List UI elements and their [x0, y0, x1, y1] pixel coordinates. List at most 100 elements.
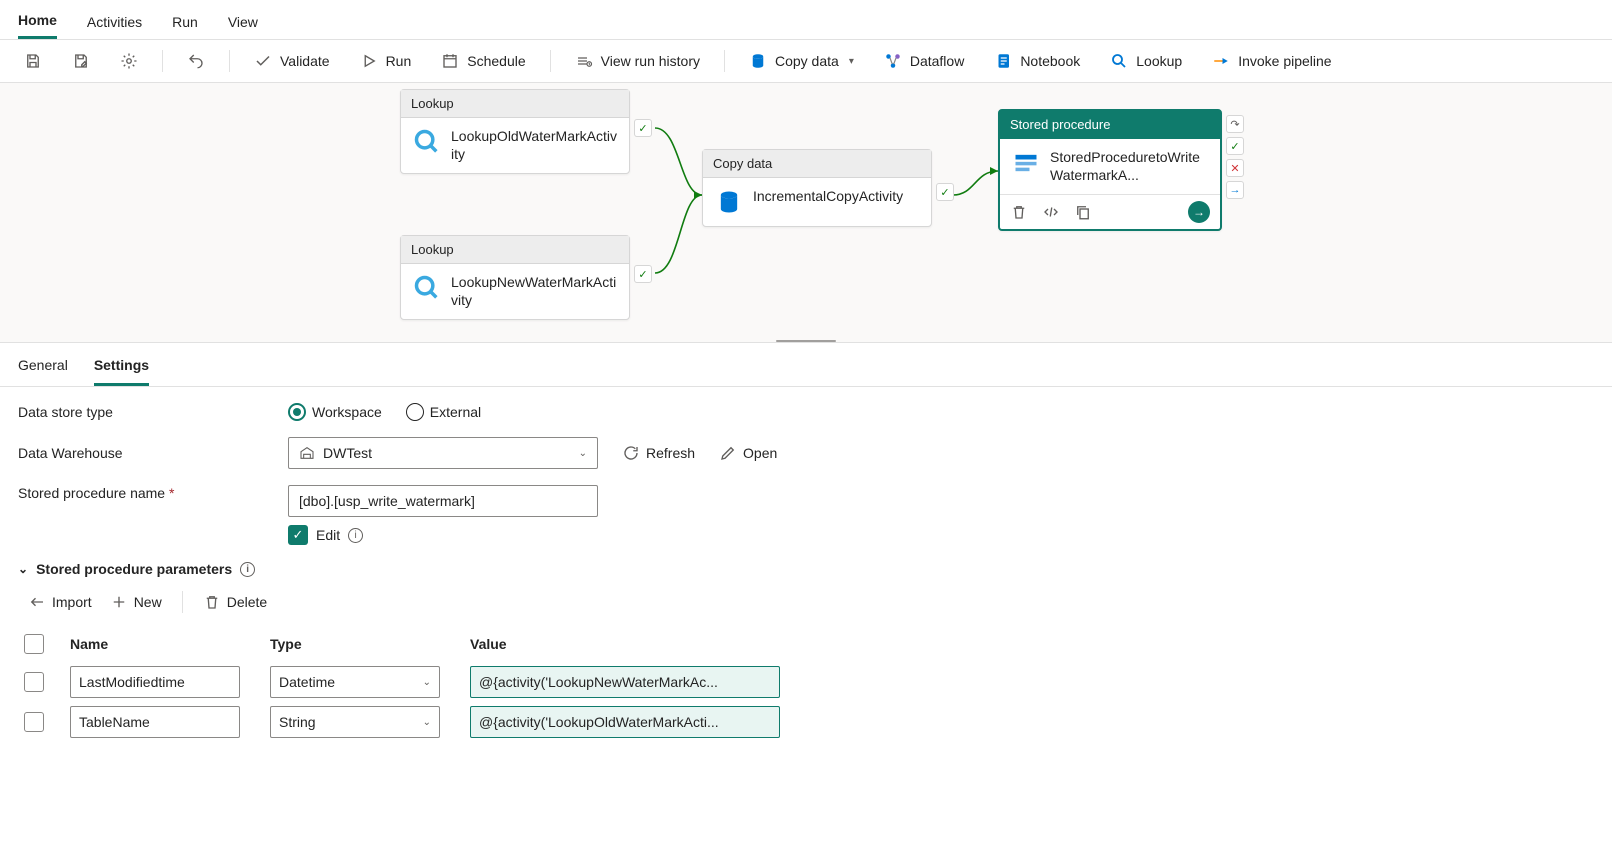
- checkbox-select-all[interactable]: [24, 634, 44, 654]
- select-data-warehouse[interactable]: DWTest ⌄: [288, 437, 598, 469]
- invoke-pipeline-button[interactable]: Invoke pipeline: [1202, 46, 1341, 76]
- param-value-input[interactable]: @{activity('LookupOldWaterMarkActi...: [470, 706, 780, 738]
- search-icon: [413, 128, 441, 156]
- status-success-badge[interactable]: ✓: [634, 265, 652, 283]
- label-data-store-type: Data store type: [18, 404, 248, 420]
- row-checkbox[interactable]: [24, 712, 44, 732]
- info-icon[interactable]: i: [348, 528, 363, 543]
- status-success-badge[interactable]: ✓: [1226, 137, 1244, 155]
- view-history-button[interactable]: View run history: [565, 46, 710, 76]
- activity-lookup-new-watermark[interactable]: Lookup LookupNewWaterMarkActivity: [400, 235, 630, 320]
- settings-panel: Data store type Workspace External Data …: [0, 387, 1612, 772]
- database-icon: [749, 52, 767, 70]
- check-icon: [254, 52, 272, 70]
- activity-name: LookupNewWaterMarkActivity: [451, 274, 617, 309]
- label-sproc-name: Stored procedure name: [18, 485, 248, 501]
- status-success-badge[interactable]: ✓: [634, 119, 652, 137]
- open-label: Open: [743, 445, 777, 461]
- resize-handle[interactable]: [776, 340, 836, 342]
- status-skip-badge[interactable]: ↷: [1226, 115, 1244, 133]
- dataflow-label: Dataflow: [910, 53, 964, 69]
- notebook-label: Notebook: [1020, 53, 1080, 69]
- col-header-name: Name: [64, 626, 264, 663]
- import-label: Import: [52, 594, 92, 610]
- settings-button[interactable]: [110, 46, 148, 76]
- copy-icon[interactable]: [1074, 203, 1092, 221]
- activity-lookup-old-watermark[interactable]: Lookup LookupOldWaterMarkActivity: [400, 89, 630, 174]
- notebook-button[interactable]: Notebook: [984, 46, 1090, 76]
- refresh-label: Refresh: [646, 445, 695, 461]
- edit-icon: [719, 444, 737, 462]
- label-data-warehouse: Data Warehouse: [18, 445, 248, 461]
- status-complete-badge[interactable]: →: [1226, 181, 1244, 199]
- checkbox-edit[interactable]: ✓: [288, 525, 308, 545]
- schedule-button[interactable]: Schedule: [431, 46, 535, 76]
- chevron-down-icon: ⌄: [423, 717, 431, 728]
- new-button[interactable]: New: [110, 593, 162, 611]
- pipeline-icon: [1212, 52, 1230, 70]
- param-type-select[interactable]: Datetime⌄: [270, 666, 440, 698]
- activity-name: StoredProceduretoWriteWatermarkA...: [1050, 149, 1208, 184]
- radio-workspace[interactable]: Workspace: [288, 403, 382, 421]
- activity-type: Lookup: [401, 236, 629, 264]
- code-icon[interactable]: [1042, 203, 1060, 221]
- activity-footer: →: [1000, 194, 1220, 229]
- checkbox-edit-label: Edit: [316, 527, 340, 543]
- ribbon-tab-run[interactable]: Run: [172, 2, 198, 38]
- activity-copy-data[interactable]: Copy data IncrementalCopyActivity: [702, 149, 932, 227]
- tab-settings[interactable]: Settings: [94, 343, 149, 386]
- tab-general[interactable]: General: [18, 343, 68, 386]
- save-button[interactable]: [14, 46, 52, 76]
- activity-name: IncrementalCopyActivity: [753, 188, 903, 206]
- validate-button[interactable]: Validate: [244, 46, 340, 76]
- section-sproc-params-label: Stored procedure parameters: [36, 561, 232, 577]
- ribbon-tab-view[interactable]: View: [228, 2, 258, 38]
- database-icon: [715, 188, 743, 216]
- col-header-type: Type: [264, 626, 464, 663]
- chevron-down-icon: ⌄: [18, 562, 28, 576]
- param-value-input[interactable]: @{activity('LookupNewWaterMarkAc...: [470, 666, 780, 698]
- save-as-button[interactable]: [62, 46, 100, 76]
- lookup-label: Lookup: [1136, 53, 1182, 69]
- activity-stored-procedure[interactable]: Stored procedure StoredProceduretoWriteW…: [998, 109, 1222, 231]
- radio-external[interactable]: External: [406, 403, 481, 421]
- save-as-icon: [72, 52, 90, 70]
- activity-name: LookupOldWaterMarkActivity: [451, 128, 617, 163]
- run-button[interactable]: Run: [350, 46, 422, 76]
- activity-type: Stored procedure: [1000, 111, 1220, 139]
- input-sproc-name[interactable]: [dbo].[usp_write_watermark]: [288, 485, 598, 517]
- copy-data-button[interactable]: Copy data ▾: [739, 46, 864, 76]
- ribbon-tab-activities[interactable]: Activities: [87, 2, 142, 38]
- pipeline-canvas[interactable]: Lookup LookupOldWaterMarkActivity ✓ Look…: [0, 83, 1612, 343]
- new-label: New: [134, 594, 162, 610]
- history-icon: [575, 52, 593, 70]
- refresh-icon: [622, 444, 640, 462]
- status-fail-badge[interactable]: ✕: [1226, 159, 1244, 177]
- radio-mark-icon: [406, 403, 424, 421]
- section-sproc-params[interactable]: ⌄ Stored procedure parameters i: [18, 561, 1594, 577]
- delete-icon[interactable]: [1010, 203, 1028, 221]
- chevron-down-icon: ⌄: [579, 448, 587, 459]
- input-sproc-name-value: [dbo].[usp_write_watermark]: [299, 493, 475, 509]
- activity-type: Copy data: [703, 150, 931, 178]
- validate-label: Validate: [280, 53, 330, 69]
- go-icon[interactable]: →: [1188, 201, 1210, 223]
- trash-icon: [203, 593, 221, 611]
- param-name-input[interactable]: LastModifiedtime: [70, 666, 240, 698]
- import-button[interactable]: Import: [28, 593, 92, 611]
- ribbon-tab-home[interactable]: Home: [18, 0, 57, 39]
- status-success-badge[interactable]: ✓: [936, 183, 954, 201]
- delete-button[interactable]: Delete: [203, 593, 267, 611]
- refresh-button[interactable]: Refresh: [622, 444, 695, 462]
- lookup-button[interactable]: Lookup: [1100, 46, 1192, 76]
- dataflow-button[interactable]: Dataflow: [874, 46, 974, 76]
- undo-button[interactable]: [177, 46, 215, 76]
- param-type-select[interactable]: String⌄: [270, 706, 440, 738]
- save-icon: [24, 52, 42, 70]
- table-row: TableName String⌄ @{activity('LookupOldW…: [18, 702, 1594, 742]
- radio-mark-icon: [288, 403, 306, 421]
- row-checkbox[interactable]: [24, 672, 44, 692]
- info-icon[interactable]: i: [240, 562, 255, 577]
- open-button[interactable]: Open: [719, 444, 777, 462]
- param-name-input[interactable]: TableName: [70, 706, 240, 738]
